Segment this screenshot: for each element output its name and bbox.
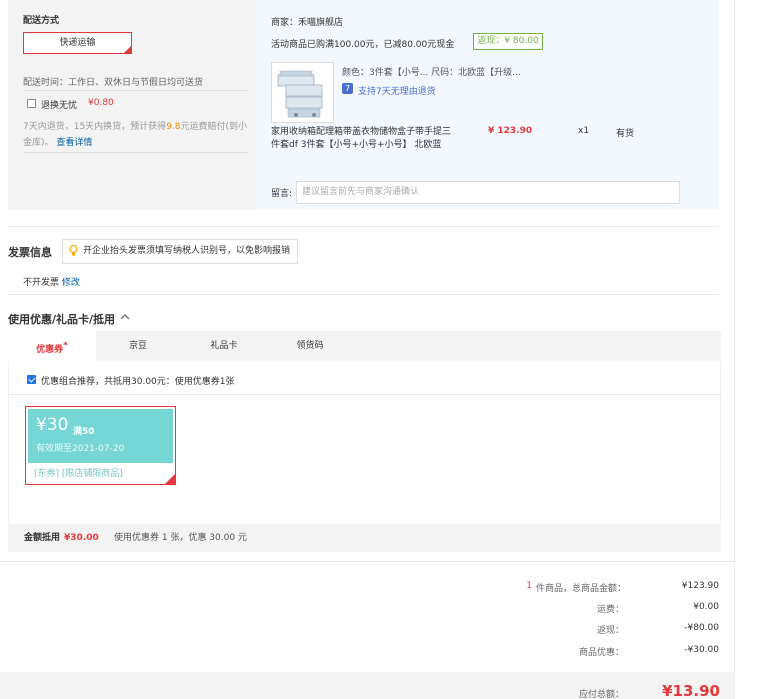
product-qty: x1 <box>578 126 590 136</box>
tab-jingdou[interactable]: 京豆 <box>108 331 168 361</box>
freight-value: ¥0.00 <box>693 602 719 612</box>
coupon-face: ¥30 满50 有效期至2021-07-20 <box>28 409 173 463</box>
insurance-desc-cont: 金库)。 查看详情 <box>23 138 93 148</box>
promo-text: 活动商品已购满100.00元，已减80.00元现金 <box>271 40 455 50</box>
divider <box>8 226 719 227</box>
divider <box>23 90 248 91</box>
coupon-card[interactable]: ¥30 满50 有效期至2021-07-20 [东券] [限店铺限商品] <box>25 406 176 485</box>
discount-summary: 金额抵用 ¥30.00 使用优惠券 1 张，优惠 30.00 元 <box>8 524 721 552</box>
product-price: ¥ 123.90 <box>488 126 533 136</box>
promo-value: -¥30.00 <box>684 645 719 655</box>
payable-label: 应付总额： <box>578 690 624 699</box>
delivery-time: 配送时间：工作日、双休日与节假日均可送货 <box>23 78 204 88</box>
product-spec: 颜色：3件套【小号... 尺码：北欧蓝【升级... <box>342 68 521 78</box>
summary-amount: ¥30.00 <box>64 533 99 543</box>
summary-detail: 使用优惠券 1 张，优惠 30.00 元 <box>114 533 247 543</box>
discount-title[interactable]: 使用优惠/礼品卡/抵用 <box>8 311 115 327</box>
combo-checkbox[interactable] <box>27 375 36 384</box>
message-input[interactable]: 建议留言前先与商家沟通确认 <box>296 181 680 204</box>
combo-text: 优惠组合推荐，共抵用30.00元：使用优惠券1张 <box>41 377 235 387</box>
storage-box-image-icon <box>277 70 323 118</box>
insurance-price: ¥0.80 <box>88 98 114 108</box>
tab-gift-card[interactable]: 礼品卡 <box>194 331 254 361</box>
summary-label: 金额抵用 <box>24 533 61 543</box>
lightbulb-icon <box>69 245 78 256</box>
divider <box>8 394 721 395</box>
insurance-label: 退换无忧 <box>41 101 78 111</box>
message-label: 留言: <box>271 189 293 199</box>
selected-corner-icon <box>165 474 175 484</box>
invoice-edit-link[interactable]: 修改 <box>62 278 80 288</box>
payable-bar: 应付总额： ¥13.90 <box>0 672 734 699</box>
seven-day-return-icon: 7 <box>342 83 353 94</box>
invoice-value: 不开发票 修改 <box>23 278 80 288</box>
selected-corner-icon <box>124 46 131 53</box>
page-right-border <box>734 0 735 699</box>
shipping-method-label: 快递运输 <box>59 38 96 48</box>
seven-day-text: 支持7天无理由退货 <box>358 87 436 97</box>
insurance-checkbox[interactable] <box>27 99 36 108</box>
goods-total: ¥123.90 <box>681 581 719 591</box>
merchant-name: 商家：禾喵旗舰店 <box>271 18 344 28</box>
payable-amount: ¥13.90 <box>662 682 720 699</box>
insurance-desc: 7天内退货，15天内换货，预计获得9.8元运费赔付(到小 <box>23 122 248 132</box>
shipping-title: 配送方式 <box>23 16 60 26</box>
product-thumbnail[interactable] <box>271 62 334 123</box>
divider <box>23 152 248 153</box>
discount-tabs: 优惠券* 京豆 礼品卡 领货码 <box>8 331 721 361</box>
chevron-up-icon[interactable] <box>120 313 130 320</box>
rebate-value: -¥80.00 <box>684 623 719 633</box>
product-name[interactable]: 家用收纳箱配理箱带盖衣物储物盒子带手提三 件套df 3件套【小号+小号+小号】 北… <box>271 126 471 152</box>
rebate-label: 返现： <box>596 626 624 636</box>
invoice-title: 发票信息 <box>8 246 52 259</box>
shipping-method-button[interactable]: 快递运输 <box>23 32 132 54</box>
details-link[interactable]: 查看详情 <box>56 138 92 148</box>
coupon-scope: [东券] [限店铺限商品] <box>34 469 123 479</box>
promo-label: 商品优惠： <box>578 648 624 658</box>
coupon-amount: ¥30 <box>36 415 69 435</box>
coupon-condition: 满50 <box>73 427 95 437</box>
rebate-tag: 返现：¥ 80.00 <box>473 33 543 50</box>
stock-status: 有货 <box>616 129 635 139</box>
coupon-validity: 有效期至2021-07-20 <box>36 444 125 454</box>
tab-coupon[interactable]: 优惠券* <box>8 331 96 361</box>
freight-label: 运费： <box>596 605 624 615</box>
tab-redeem-code[interactable]: 领货码 <box>280 331 340 361</box>
invoice-tip: 开企业抬头发票须填写纳税人识别号，以免影响报销 <box>62 239 298 264</box>
divider <box>0 561 734 562</box>
divider <box>8 294 719 295</box>
